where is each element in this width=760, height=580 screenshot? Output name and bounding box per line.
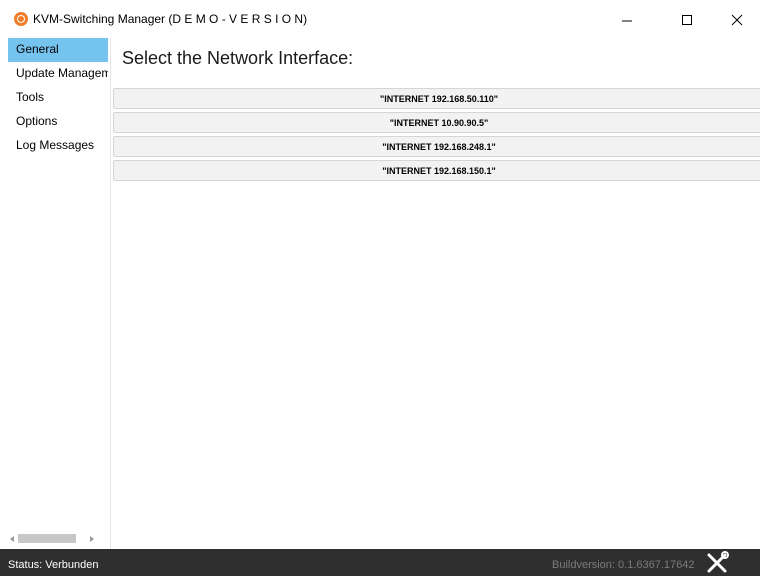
- sidebar-item-log-messages[interactable]: Log Messages: [8, 134, 108, 158]
- window-title: KVM-Switching Manager (D E M O - V E R S…: [33, 12, 308, 26]
- minimize-button[interactable]: [604, 6, 650, 34]
- sidebar-horizontal-scrollbar[interactable]: [10, 533, 106, 545]
- maximize-icon: [682, 15, 692, 25]
- minimize-icon: [622, 20, 632, 22]
- close-button[interactable]: [714, 6, 760, 34]
- app-icon: [14, 12, 28, 26]
- tools-icon[interactable]: [704, 551, 732, 575]
- scroll-right-icon[interactable]: [90, 536, 94, 542]
- network-interface-button[interactable]: "INTERNET 192.168.50.110": [113, 88, 760, 109]
- sidebar-divider: [110, 38, 111, 549]
- title-bar[interactable]: KVM-Switching Manager (D E M O - V E R S…: [0, 0, 760, 38]
- network-interface-list: "INTERNET 192.168.50.110" "INTERNET 10.9…: [113, 88, 760, 184]
- sidebar-item-update-management[interactable]: Update Management: [8, 62, 108, 86]
- scrollbar-thumb[interactable]: [18, 534, 76, 543]
- maximize-button[interactable]: [664, 6, 710, 34]
- scroll-left-icon[interactable]: [10, 536, 14, 542]
- sidebar-item-options[interactable]: Options: [8, 110, 108, 134]
- sidebar-item-tools[interactable]: Tools: [8, 86, 108, 110]
- network-interface-button[interactable]: "INTERNET 192.168.150.1": [113, 160, 760, 181]
- page-title: Select the Network Interface:: [122, 48, 354, 68]
- sidebar-item-general[interactable]: General: [8, 38, 108, 62]
- sidebar-nav: General Update Management Tools Options …: [8, 38, 108, 549]
- close-icon: [731, 14, 743, 26]
- network-interface-button[interactable]: "INTERNET 192.168.248.1": [113, 136, 760, 157]
- connection-status: Status: Verbunden: [8, 559, 99, 571]
- status-bar: Status: Verbunden Buildversion: 0.1.6367…: [0, 549, 760, 576]
- network-interface-button[interactable]: "INTERNET 10.90.90.5": [113, 112, 760, 133]
- build-version: Buildversion: 0.1.6367.17642: [552, 559, 695, 571]
